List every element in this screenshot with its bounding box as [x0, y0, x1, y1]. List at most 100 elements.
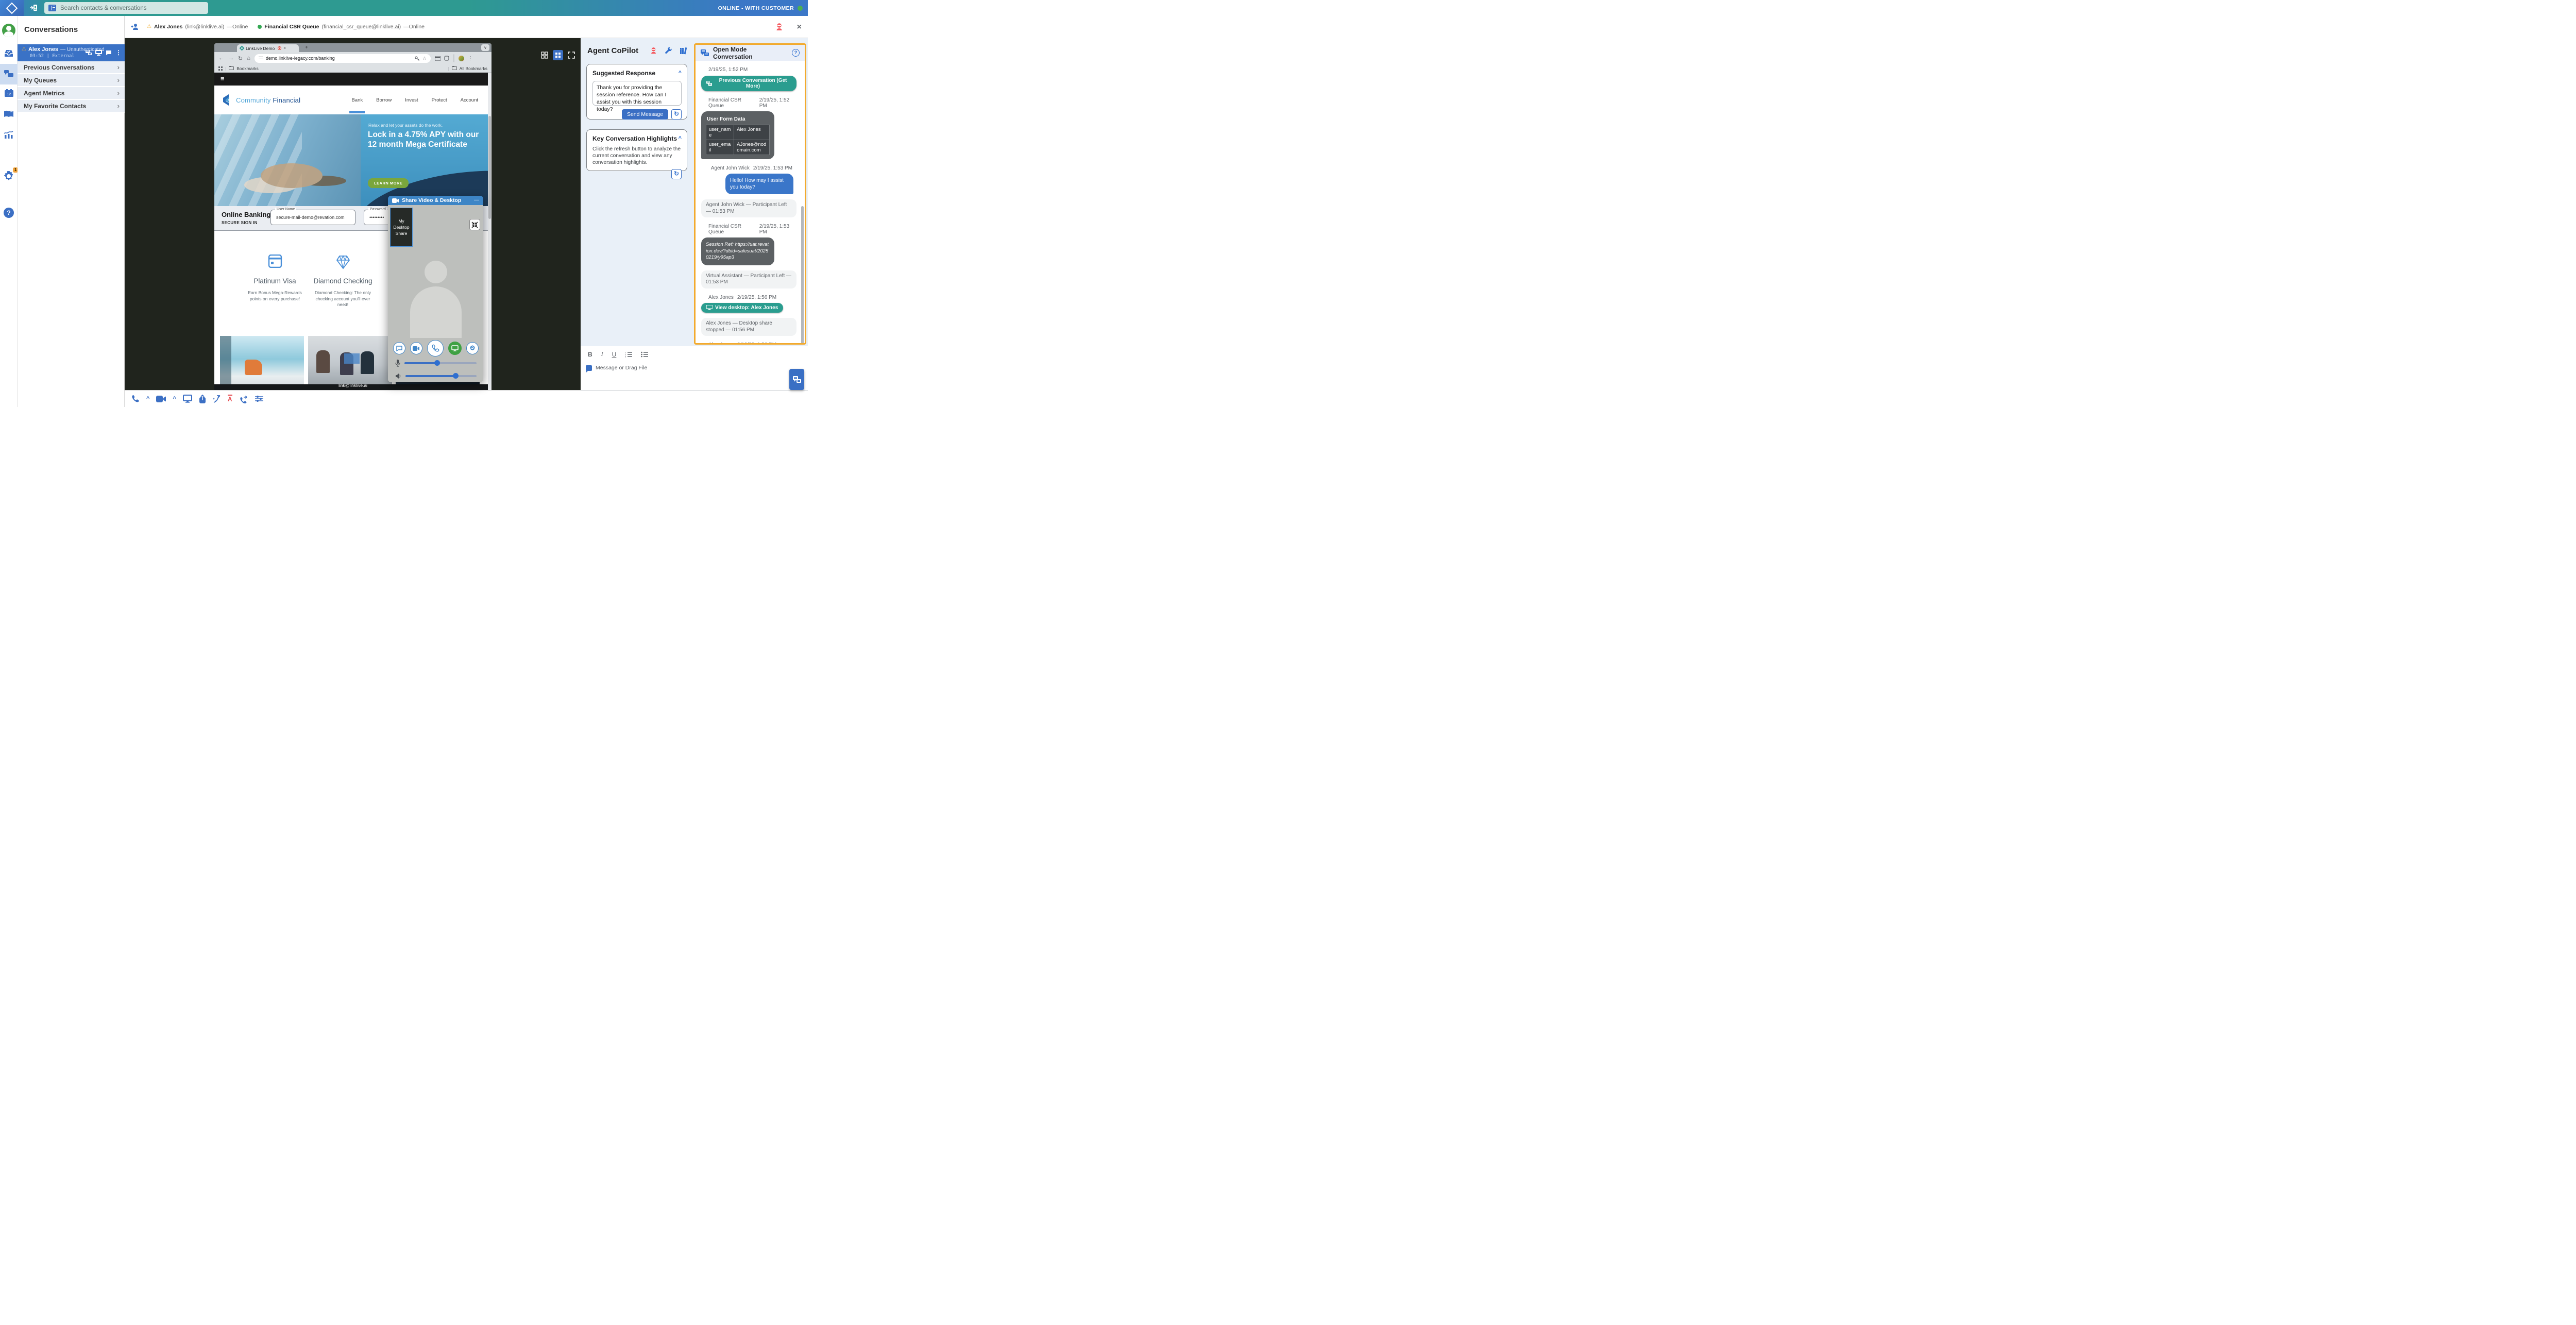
username-field[interactable]: User Name secure-mail-demo@revation.com: [270, 210, 355, 225]
agent-status-label: ONLINE - WITH CUSTOMER: [718, 5, 794, 11]
bookmark-star-icon[interactable]: ☆: [422, 56, 427, 61]
active-conversation-item[interactable]: ⚠ Alex Jones — Unauthenticated 03:52 | E…: [18, 44, 125, 61]
tools-wrench-icon[interactable]: [665, 47, 672, 55]
video-camera-icon[interactable]: [156, 396, 166, 402]
fullscreen-icon[interactable]: [566, 50, 577, 60]
sidebar-item-my-queues[interactable]: My Queues›: [18, 74, 125, 87]
close-icon[interactable]: ×: [797, 23, 802, 32]
send-transcript-button[interactable]: [789, 369, 804, 390]
learn-more-button[interactable]: LEARN MORE: [368, 178, 409, 188]
site-nav-borrow[interactable]: Borrow: [376, 97, 392, 103]
chat-message-list[interactable]: 2/19/25, 1:52 PM Previous Conversation (…: [696, 61, 805, 343]
message-input[interactable]: Message or Drag File: [586, 365, 647, 371]
phone-icon[interactable]: [131, 395, 140, 403]
search-input[interactable]: Search contacts & conversations: [44, 2, 208, 14]
video-toggle-icon[interactable]: [410, 342, 422, 354]
ordered-list-icon[interactable]: 123: [625, 351, 632, 358]
tab-list-caret-icon[interactable]: v: [481, 44, 489, 51]
camera-options-chevron-icon[interactable]: ^: [173, 396, 176, 402]
ai-enhance-icon[interactable]: [213, 395, 221, 403]
knowledge-book-icon[interactable]: [0, 110, 18, 118]
conversations-tab-icon[interactable]: [0, 69, 18, 78]
block-user-icon[interactable]: [775, 23, 784, 31]
view-desktop-button[interactable]: View desktop: Alex Jones: [701, 303, 783, 313]
tile-view-icon[interactable]: [553, 50, 563, 60]
new-tab-icon[interactable]: +: [305, 45, 308, 50]
mic-volume-slider[interactable]: [395, 360, 477, 367]
send-message-button[interactable]: Send Message: [622, 109, 668, 120]
copilot-title: Agent CoPilot: [587, 46, 650, 55]
suggested-response-text[interactable]: Thank you for providing the session refe…: [592, 81, 682, 106]
chat-scrollbar[interactable]: [801, 206, 804, 343]
site-nav-account[interactable]: Account: [461, 97, 478, 103]
apps-grid-icon[interactable]: [218, 66, 223, 71]
inbox-icon[interactable]: [0, 48, 18, 58]
refresh-icon[interactable]: ↻: [671, 109, 682, 120]
site-settings-icon[interactable]: [259, 56, 263, 60]
site-nav-bank[interactable]: Bank: [351, 97, 363, 103]
grid-view-icon[interactable]: [539, 50, 550, 60]
library-icon[interactable]: [680, 47, 687, 55]
underline-icon[interactable]: U: [612, 351, 617, 358]
desktop-share-icon[interactable]: [95, 50, 102, 56]
forward-icon[interactable]: →: [228, 55, 234, 61]
chat-bubble-icon[interactable]: [106, 50, 112, 56]
reload-icon[interactable]: ↻: [238, 55, 243, 62]
chat-toggle-icon[interactable]: [393, 342, 405, 354]
phone-call-icon[interactable]: [427, 340, 444, 356]
bullet-list-icon[interactable]: [641, 351, 648, 358]
browser-tab[interactable]: LinkLive Demo ×: [237, 44, 299, 52]
help-icon[interactable]: ?: [0, 208, 18, 218]
tab-close-icon[interactable]: ×: [283, 46, 286, 50]
contacts-book-icon: [48, 5, 56, 11]
minimize-icon[interactable]: —: [474, 198, 479, 203]
agent-assist-icon[interactable]: [29, 3, 38, 12]
my-desktop-share-thumbnail[interactable]: My Desktop Share: [390, 208, 413, 247]
speaker-volume-slider[interactable]: [395, 373, 477, 379]
site-nav-invest[interactable]: Invest: [405, 97, 418, 103]
phone-options-chevron-icon[interactable]: ^: [146, 396, 149, 402]
metrics-icon[interactable]: [0, 130, 18, 139]
file-upload-icon[interactable]: [199, 395, 206, 403]
browser-menu-icon[interactable]: ⋮: [468, 56, 473, 61]
collapse-chevron-icon[interactable]: ^: [679, 70, 682, 76]
card-icon[interactable]: [435, 56, 440, 61]
bold-icon[interactable]: B: [588, 351, 592, 358]
desktop-share-active-icon[interactable]: [448, 342, 462, 355]
transcript-icon[interactable]: [86, 50, 92, 56]
collapse-chevron-icon[interactable]: ^: [679, 135, 682, 142]
all-bookmarks-label[interactable]: All Bookmarks: [460, 66, 487, 71]
more-options-icon[interactable]: ⋮: [115, 49, 122, 56]
help-icon[interactable]: ?: [792, 49, 800, 57]
back-icon[interactable]: ←: [218, 55, 224, 61]
hamburger-menu-icon[interactable]: ≡: [221, 75, 225, 82]
sidebar-item-previous-conversations[interactable]: Previous Conversations›: [18, 61, 125, 74]
italic-icon[interactable]: I: [601, 350, 603, 358]
extensions-icon[interactable]: [444, 56, 449, 61]
page-scrollbar[interactable]: [488, 73, 492, 390]
overlay-title-bar[interactable]: Share Video & Desktop —: [388, 196, 483, 205]
previous-conversation-button[interactable]: Previous Conversation (Get More): [701, 76, 796, 91]
sidebar-item-my-favorite-contacts[interactable]: My Favorite Contacts›: [18, 100, 125, 113]
add-participant-icon[interactable]: [131, 23, 139, 31]
site-nav-protect[interactable]: Protect: [432, 97, 447, 103]
refresh-icon[interactable]: ↻: [671, 169, 682, 179]
translate-icon[interactable]: A: [228, 395, 232, 403]
password-key-icon[interactable]: [415, 56, 419, 61]
call-transfer-icon[interactable]: [239, 395, 248, 403]
profile-avatar[interactable]: [0, 24, 18, 37]
collapse-icon[interactable]: [469, 219, 480, 230]
bookmarks-label[interactable]: Bookmarks: [236, 66, 259, 71]
settings-gear-icon[interactable]: 1: [0, 171, 18, 182]
desktop-share-icon[interactable]: [183, 395, 192, 403]
settings-icon[interactable]: [466, 342, 479, 354]
community-financial-logo[interactable]: Community Financial: [222, 94, 300, 106]
home-icon[interactable]: ⌂: [247, 55, 250, 61]
blocked-agent-icon[interactable]: [650, 47, 657, 55]
calendar-icon[interactable]: 12: [0, 89, 18, 98]
agent-status[interactable]: ONLINE - WITH CUSTOMER: [718, 0, 803, 16]
browser-profile-avatar[interactable]: [459, 56, 464, 61]
audio-settings-icon[interactable]: [255, 395, 264, 402]
address-bar[interactable]: demo.linklive-legacy.com/banking ☆: [255, 54, 431, 63]
sidebar-item-agent-metrics[interactable]: Agent Metrics›: [18, 87, 125, 100]
